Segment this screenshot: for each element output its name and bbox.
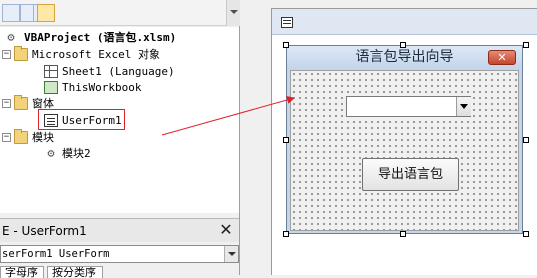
- toggle-folders-button[interactable]: [37, 4, 55, 22]
- close-button[interactable]: ✕: [488, 50, 516, 65]
- tree-node-module2[interactable]: ⚙ 模块2: [0, 146, 236, 161]
- view-object-button[interactable]: [20, 4, 38, 22]
- explorer-toolbar: [0, 0, 240, 26]
- folder-icon: [14, 46, 28, 61]
- module-icon: ⚙: [47, 146, 55, 160]
- userform1[interactable]: 语言包导出向导 ✕: [286, 45, 523, 234]
- explorer-scroll-button[interactable]: [226, 0, 240, 26]
- close-icon[interactable]: ✕: [217, 221, 235, 239]
- collapse-toggle[interactable]: −: [2, 50, 11, 59]
- collapse-toggle[interactable]: −: [2, 133, 11, 142]
- folder-icon: [14, 95, 28, 110]
- dropdown-arrow-icon[interactable]: [224, 246, 238, 262]
- userform-grid-area[interactable]: [290, 70, 519, 231]
- tab-alphabetic[interactable]: 字母序: [0, 266, 44, 278]
- tree-node-excel-objects[interactable]: − Microsoft Excel 对象: [0, 46, 236, 62]
- language-combobox[interactable]: [346, 96, 471, 117]
- object-selector[interactable]: serForm1 UserForm: [0, 245, 239, 263]
- tree-node-thisworkbook[interactable]: ThisWorkbook: [0, 80, 236, 95]
- userform-caption: 语言包导出向导: [287, 46, 522, 69]
- resize-handle[interactable]: [523, 231, 529, 237]
- folder-icon: [14, 129, 28, 144]
- toolbar-separator: [33, 4, 34, 22]
- resize-handle[interactable]: [400, 231, 406, 237]
- properties-title: E - UserForm1: [0, 218, 239, 242]
- resize-handle[interactable]: [523, 42, 529, 48]
- tree-label-modules: 模块: [32, 131, 54, 144]
- worksheet-icon: [44, 65, 58, 78]
- project-explorer: ⚙ VBAProject (语言包.xlsm) − Microsoft Exce…: [0, 0, 240, 278]
- resize-handle[interactable]: [523, 137, 529, 143]
- tab-categorized[interactable]: 按分类序: [47, 266, 103, 278]
- tree-label-excel-objects: Microsoft Excel 对象: [32, 48, 160, 61]
- view-code-button[interactable]: [2, 4, 20, 22]
- resize-handle[interactable]: [400, 42, 406, 48]
- tree-node-sheet1[interactable]: Sheet1 (Language): [0, 64, 236, 79]
- tree-label-thisworkbook: ThisWorkbook: [62, 81, 142, 94]
- tree-label-sheet1: Sheet1 (Language): [62, 65, 175, 78]
- dropdown-arrow-icon[interactable]: [456, 97, 471, 116]
- tree-label-project: VBAProject (语言包.xlsm): [24, 31, 177, 44]
- userform1-highlight-box: [38, 109, 125, 130]
- workbook-icon: [44, 81, 58, 94]
- userform-icon: [281, 17, 293, 28]
- export-button[interactable]: 导出语言包: [362, 158, 459, 191]
- tree-node-project[interactable]: ⚙ VBAProject (语言包.xlsm): [2, 30, 238, 45]
- resize-handle[interactable]: [283, 42, 289, 48]
- editor-gutter: [241, 0, 509, 275]
- vbaproject-icon: ⚙: [7, 30, 15, 44]
- designer-titlebar[interactable]: [272, 9, 537, 35]
- resize-handle[interactable]: [283, 137, 289, 143]
- resize-handle[interactable]: [283, 231, 289, 237]
- tree-label-module2: 模块2: [62, 147, 91, 160]
- collapse-toggle[interactable]: −: [2, 99, 11, 108]
- tree-node-modules[interactable]: − 模块: [0, 129, 236, 145]
